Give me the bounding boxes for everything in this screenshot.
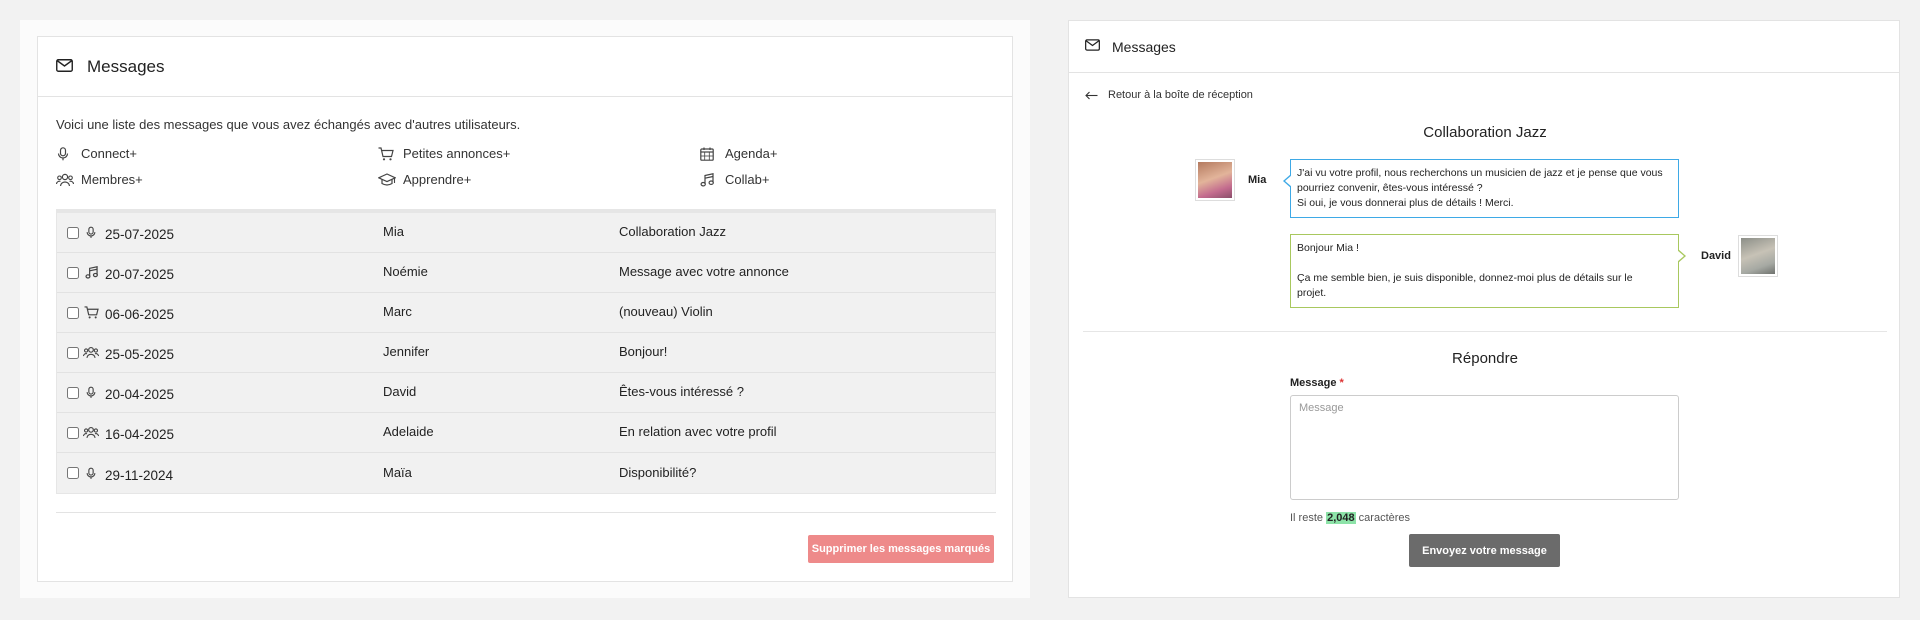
table-row[interactable]: 25-05-2025 Jennifer Bonjour! (57, 333, 995, 373)
divider (56, 512, 996, 513)
message-textarea[interactable] (1290, 395, 1679, 500)
conversation-panel: Messages Retour à la boîte de réception … (1068, 20, 1900, 598)
row-checkbox[interactable] (67, 266, 79, 279)
inbox-card: Messages Voici une liste des messages qu… (37, 36, 1013, 582)
row-date: 16-04-2025 (105, 427, 175, 442)
conversation-header-title: Messages (1112, 38, 1176, 55)
music-note-icon (83, 266, 99, 280)
row-sender: Marc (383, 304, 412, 319)
category-label: Petites annonces+ (403, 146, 511, 161)
row-date: 29-11-2024 (105, 467, 174, 483)
category-label: Agenda+ (725, 146, 778, 161)
required-mark: * (1339, 377, 1344, 389)
row-checkbox[interactable] (67, 426, 79, 439)
message-line: projet. (1297, 287, 1327, 299)
row-subject[interactable]: Bonjour! (619, 344, 995, 359)
table-row[interactable]: 20-07-2025 Noémie Message avec votre ann… (57, 253, 995, 293)
table-row[interactable]: 29-11-2024 Maïa Disponibilité? (57, 453, 995, 493)
category-label: Connect+ (81, 146, 138, 161)
inbox-intro: Voici une liste des messages que vous av… (56, 117, 521, 132)
conversation-title: Collaboration Jazz (1423, 124, 1547, 141)
category-collab[interactable]: Collab+ (700, 172, 1000, 187)
row-date: 25-07-2025 (105, 227, 175, 242)
arrow-left-icon (1085, 91, 1098, 100)
calendar-icon (700, 147, 718, 161)
microphone-icon (83, 226, 99, 240)
table-row[interactable]: 06-06-2025 Marc (nouveau) Violin (57, 293, 995, 333)
envelope-icon (56, 58, 73, 75)
row-subject[interactable]: En relation avec votre profil (619, 424, 995, 439)
category-apprendre[interactable]: Apprendre+ (378, 172, 700, 187)
row-date: 06-06-2025 (105, 307, 175, 322)
category-petites-annonces[interactable]: Petites annonces+ (378, 146, 700, 161)
users-icon (83, 346, 99, 360)
microphone-icon (56, 146, 74, 161)
graduation-cap-icon (378, 172, 396, 187)
microphone-icon (83, 386, 99, 400)
category-label: Apprendre+ (403, 172, 472, 187)
inbox-title: Messages (87, 56, 165, 76)
inbox-panel: Messages Voici une liste des messages qu… (20, 20, 1030, 598)
avatar (1738, 235, 1778, 277)
message-line: pourriez convenir, êtes-vous intéressé ? (1297, 182, 1483, 194)
message-table: 25-07-2025 Mia Collaboration Jazz 20-07-… (56, 209, 996, 494)
conversation-header: Messages (1069, 21, 1899, 73)
row-sender: Mia (383, 224, 404, 239)
message-bubble: J'ai vu votre profil, nous recherchons u… (1283, 159, 1679, 218)
table-row[interactable]: 20-04-2025 David Êtes-vous intéressé ? (57, 373, 995, 413)
category-connect[interactable]: Connect+ (56, 146, 378, 161)
row-subject[interactable]: Disponibilité? (619, 465, 995, 480)
category-links: Connect+ Petites annonces+ Agenda+ Membr… (56, 146, 994, 187)
message-line: Bonjour Mia ! (1297, 242, 1359, 254)
envelope-icon (1085, 39, 1100, 54)
category-label: Membres+ (81, 172, 143, 187)
category-label: Collab+ (725, 172, 770, 187)
message-line: J'ai vu votre profil, nous recherchons u… (1297, 167, 1663, 179)
reply-title: Répondre (1452, 350, 1518, 367)
row-checkbox[interactable] (67, 306, 79, 319)
row-checkbox[interactable] (67, 467, 79, 479)
row-date: 25-05-2025 (105, 347, 175, 362)
remaining-count: 2,048 (1326, 512, 1356, 524)
row-checkbox[interactable] (67, 386, 79, 399)
send-message-button[interactable]: Envoyez votre message (1409, 534, 1560, 567)
microphone-icon (83, 466, 99, 480)
row-sender: Maïa (383, 464, 412, 480)
music-note-icon (700, 172, 718, 187)
users-icon (83, 426, 99, 440)
message-line: Si oui, je vous donnerai plus de détails… (1297, 197, 1514, 209)
row-date: 20-07-2025 (105, 267, 175, 282)
remaining-characters: Il reste 2,048 caractères (1290, 512, 1411, 524)
row-subject[interactable]: (nouveau) Violin (619, 304, 995, 319)
message-line: Ça me semble bien, je suis disponible, d… (1297, 272, 1633, 284)
row-sender: David (383, 384, 417, 399)
back-to-inbox-link[interactable]: Retour à la boîte de réception (1085, 89, 1253, 101)
row-checkbox[interactable] (67, 346, 79, 359)
delete-marked-button[interactable]: Supprimer les messages marqués (808, 535, 994, 563)
row-subject[interactable]: Message avec votre annonce (619, 264, 995, 279)
table-row[interactable]: 16-04-2025 Adelaide En relation avec vot… (57, 413, 995, 453)
inbox-header: Messages (38, 37, 1012, 97)
row-subject[interactable]: Êtes-vous intéressé ? (619, 384, 995, 399)
message-author: Mia (1248, 174, 1267, 186)
avatar (1195, 159, 1235, 201)
category-agenda[interactable]: Agenda+ (700, 146, 1000, 161)
category-membres[interactable]: Membres+ (56, 172, 378, 187)
message-bubble: Bonjour Mia ! Ça me semble bien, je suis… (1290, 234, 1686, 308)
row-date: 20-04-2025 (105, 387, 175, 402)
row-sender: Adelaide (383, 424, 434, 439)
users-icon (56, 173, 74, 187)
row-sender: Noémie (383, 264, 428, 279)
row-checkbox[interactable] (67, 226, 79, 239)
cart-icon (378, 146, 396, 161)
row-sender: Jennifer (383, 344, 430, 359)
divider (1083, 331, 1887, 332)
message-author: David (1701, 250, 1731, 262)
row-subject[interactable]: Collaboration Jazz (619, 224, 995, 239)
table-row[interactable]: 25-07-2025 Mia Collaboration Jazz (57, 213, 995, 253)
cart-icon (83, 306, 99, 320)
message-field-label: Message * (1290, 377, 1344, 389)
back-label: Retour à la boîte de réception (1108, 89, 1253, 101)
